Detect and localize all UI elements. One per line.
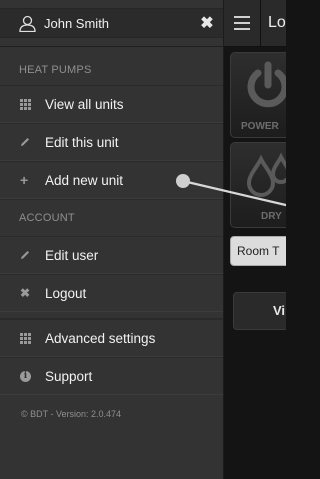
- side-menu: John Smith ✖ HEAT PUMPS View all units E…: [0, 0, 224, 479]
- menu-item-label: Edit user: [45, 247, 99, 263]
- section-heat-pumps: HEAT PUMPS: [19, 64, 92, 76]
- app-screen: John Smith ✖ HEAT PUMPS View all units E…: [0, 0, 286, 479]
- drop-icon: [246, 152, 286, 197]
- view-button[interactable]: Vi: [233, 292, 286, 330]
- pencil-icon: [21, 251, 29, 259]
- main-panel: Lo POWER DRY Room T Vi: [224, 0, 286, 479]
- dry-tile[interactable]: DRY: [230, 142, 286, 228]
- menu-item-label: Logout: [45, 285, 87, 301]
- menu-item-support[interactable]: i Support: [0, 357, 223, 395]
- page-title: Lo: [268, 14, 286, 31]
- menu-item-advanced-settings[interactable]: Advanced settings: [0, 319, 223, 357]
- menu-item-label: View all units: [45, 96, 124, 112]
- tile-label: POWER: [241, 121, 279, 132]
- menu-item-edit-user[interactable]: Edit user: [0, 236, 223, 274]
- plus-icon: +: [20, 172, 29, 188]
- menu-item-add-new-unit[interactable]: + Add new unit: [0, 161, 223, 199]
- user-icon: [19, 15, 36, 32]
- menu-header: John Smith ✖: [0, 0, 223, 47]
- pencil-icon: [21, 138, 29, 146]
- user-row[interactable]: John Smith: [0, 8, 223, 38]
- menu-item-view-all-units[interactable]: View all units: [0, 85, 223, 123]
- menu-item-label: Advanced settings: [45, 330, 156, 346]
- close-icon: ✖: [200, 15, 214, 32]
- tile-label: DRY: [261, 211, 282, 222]
- grid-icon: [20, 98, 31, 110]
- menu-item-label: Support: [45, 368, 93, 384]
- power-tile[interactable]: POWER: [230, 52, 286, 138]
- power-icon: [247, 61, 286, 108]
- close-icon: ✖: [20, 286, 31, 300]
- version-footer: © BDT - Version: 2.0.474: [21, 409, 122, 419]
- menu-item-edit-this-unit[interactable]: Edit this unit: [0, 123, 223, 161]
- info-icon: i: [20, 370, 31, 382]
- menu-item-logout[interactable]: ✖ Logout: [0, 274, 223, 312]
- divider: [0, 312, 223, 319]
- close-menu-button[interactable]: ✖: [200, 15, 214, 32]
- user-name: John Smith: [44, 15, 110, 31]
- hamburger-icon[interactable]: [234, 16, 250, 34]
- menu-item-label: Edit this unit: [45, 134, 119, 150]
- top-bar: Lo: [224, 0, 286, 47]
- room-temperature-button[interactable]: Room T: [230, 236, 286, 266]
- menu-item-label: Add new unit: [45, 172, 124, 188]
- section-account: ACCOUNT: [0, 199, 223, 236]
- grid-icon: [20, 332, 31, 344]
